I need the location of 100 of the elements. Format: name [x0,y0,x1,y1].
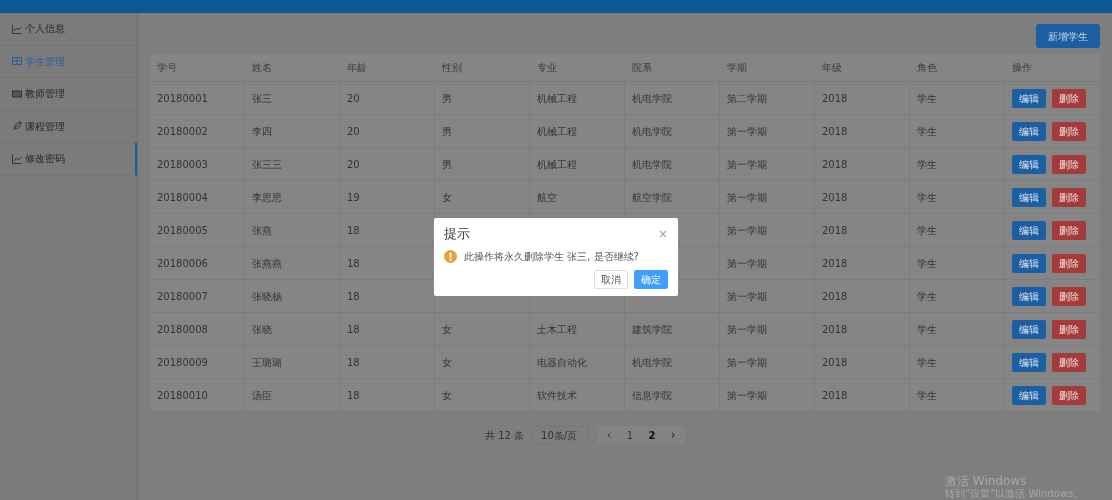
table-cell-text: 2018 [822,223,848,238]
edit-button[interactable]: 编辑 [1012,286,1046,306]
table-cell-text: 18 [347,256,360,271]
delete-button[interactable]: 删除 [1052,88,1086,108]
delete-button[interactable]: 删除 [1052,352,1086,372]
table-cell-text: 20180008 [157,322,208,337]
table-cell-text: 男 [442,124,452,139]
table-cell-text: 20180009 [157,355,208,370]
table-cell-text: 19 [347,190,360,205]
close-button[interactable]: × [657,227,668,240]
table-cell-text: 机电学院 [632,91,672,106]
confirm-button[interactable]: 确定 [634,269,668,289]
table-cell-text: 航空学院 [632,190,672,205]
table-cell-text: 女 [442,388,452,403]
add-student-button[interactable]: 新增学生 [1036,24,1100,48]
card-icon [12,88,22,99]
table-cell-text: 女 [442,355,452,370]
edit-button[interactable]: 编辑 [1012,352,1046,372]
table-cell-text: 机电学院 [632,124,672,139]
table-cell-text: 李四 [252,124,272,139]
table-cell-text: 航空 [537,190,557,205]
table-cell-text: 18 [347,355,360,370]
edit-button[interactable]: 编辑 [1012,154,1046,174]
delete-button[interactable]: 删除 [1052,154,1086,174]
table-cell-text: 2018 [822,256,848,271]
delete-button[interactable]: 删除 [1052,220,1086,240]
sidebar-item[interactable]: 个人信息 [0,13,137,46]
table-cell-text: 2018 [822,157,848,172]
table-cell-text: 学生 [917,289,937,304]
table-cell-text: 建筑学院 [632,322,672,337]
table-cell-text: 土木工程 [537,322,577,337]
delete-button[interactable]: 删除 [1052,286,1086,306]
table-cell-text: 20180010 [157,388,208,403]
page-number[interactable]: 1 [621,427,640,443]
table-cell-text: 男 [442,91,452,106]
dialog-title: 提示 [444,225,470,243]
table-cell-text: 李思思 [252,190,282,205]
table-cell-text: 张燕燕 [252,256,282,271]
table-cell-text: 张三三 [252,157,282,172]
column-header: 专业 [536,61,558,75]
page-number[interactable]: 2 [643,427,662,443]
table-cell-text: 软件技术 [537,388,577,403]
sidebar-item[interactable]: 修改密码 [0,143,137,176]
line-chart-icon [12,153,22,164]
table-cell-text: 20180005 [157,223,208,238]
warning-icon [444,249,457,263]
column-header: 学号 [156,61,178,75]
sidebar-item[interactable]: 课程管理 [0,110,137,143]
edit-button[interactable]: 编辑 [1012,220,1046,240]
edit-button[interactable]: 编辑 [1012,385,1046,405]
table-cell-text: 学生 [917,91,937,106]
table-cell-text: 学生 [917,223,937,238]
table-cell-text: 20180002 [157,124,208,139]
page-size-select[interactable]: 10条/页 [532,426,590,444]
edit-button[interactable]: 编辑 [1012,187,1046,207]
table-cell-text: 学生 [917,322,937,337]
sidebar-item[interactable]: 教师管理 [0,78,137,111]
column-header: 姓名 [251,61,273,75]
delete-button[interactable]: 删除 [1052,385,1086,405]
table-cell-text: 学生 [917,190,937,205]
prev-page-button[interactable]: ‹ [601,426,618,444]
table-cell-text: 20180006 [157,256,208,271]
table-cell-text: 学生 [917,256,937,271]
table-cell-text: 2018 [822,91,848,106]
table-cell-text: 机械工程 [537,91,577,106]
table-cell-text: 2018 [822,190,848,205]
leaf-icon [12,121,22,132]
delete-button[interactable]: 删除 [1052,253,1086,273]
table-cell-text: 2018 [822,124,848,139]
table-cell-text: 20180007 [157,289,208,304]
dialog-message: 此操作将永久删除学生 张三, 是否继续? [464,249,639,264]
table-cell-text: 机械工程 [537,124,577,139]
column-header: 年级 [821,61,843,75]
edit-button[interactable]: 编辑 [1012,88,1046,108]
table-cell-text: 张晓杨 [252,289,282,304]
table-cell-text: 学生 [917,355,937,370]
table-cell-text: 20 [347,91,360,106]
table-cell-text: 18 [347,388,360,403]
grid-icon [12,56,22,67]
table-cell-text: 张燕 [252,223,272,238]
delete-button[interactable]: 删除 [1052,187,1086,207]
delete-button[interactable]: 删除 [1052,121,1086,141]
column-header: 学期 [726,61,748,75]
table-cell-text: 张晓 [252,322,272,337]
table-cell-text: 电器自动化 [537,355,587,370]
next-page-button[interactable]: › [665,426,682,444]
column-header: 角色 [916,61,938,75]
edit-button[interactable]: 编辑 [1012,253,1046,273]
cancel-button[interactable]: 取消 [594,269,628,289]
table-cell-text: 2018 [822,289,848,304]
edit-button[interactable]: 编辑 [1012,121,1046,141]
edit-button[interactable]: 编辑 [1012,319,1046,339]
table-cell-text: 学生 [917,388,937,403]
column-header: 操作 [1011,61,1033,75]
delete-button[interactable]: 删除 [1052,319,1086,339]
table-cell-text: 学生 [917,124,937,139]
table-cell-text: 女 [442,322,452,337]
column-header: 年龄 [346,61,368,75]
table-cell-text: 机电学院 [632,157,672,172]
total-count: 共 12 条 [484,428,525,443]
